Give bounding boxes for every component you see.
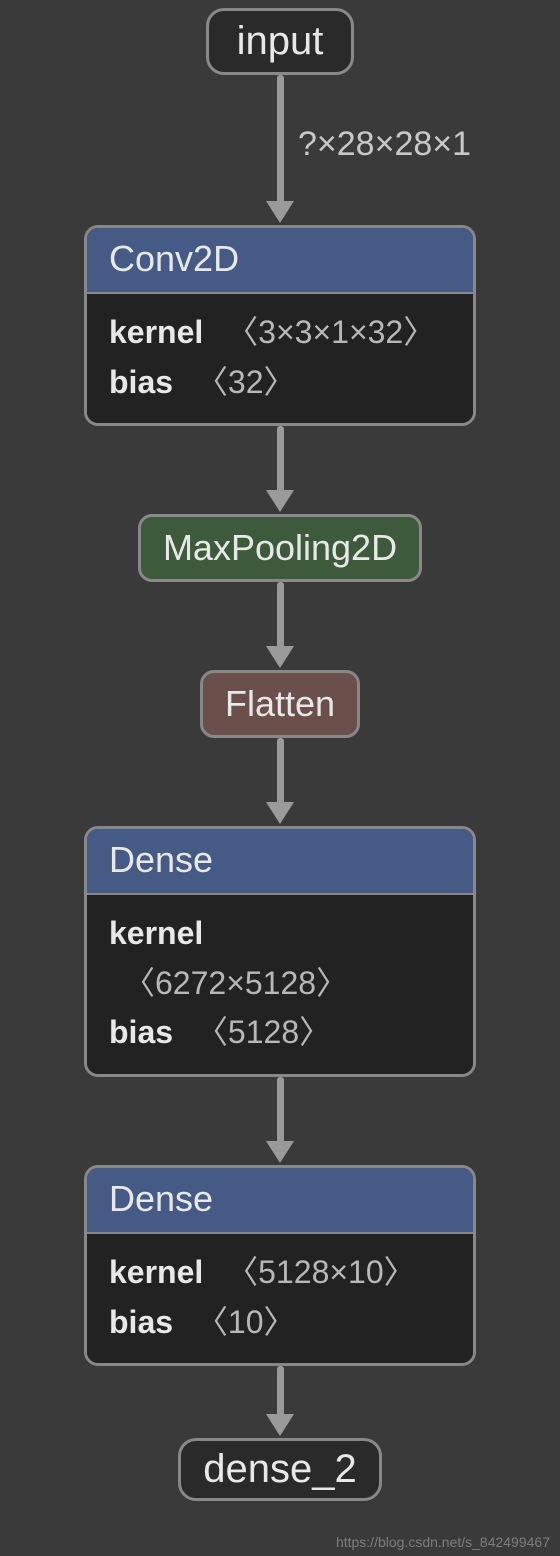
node-dense1-body: kernel 〈6272×5128〉 bias 〈5128〉 (87, 895, 473, 1074)
conv2d-bias-value: 〈32〉 (196, 364, 296, 400)
node-dense1: Dense kernel 〈6272×5128〉 bias 〈5128〉 (84, 826, 476, 1077)
dense1-bias-label: bias (109, 1014, 173, 1050)
dense1-kernel-value: 〈6272×5128〉 (123, 965, 348, 1001)
edge-label-shape: ?×28×28×1 (298, 125, 471, 164)
node-output-label: dense_2 (203, 1447, 356, 1491)
edge-flatten-dense1 (266, 738, 294, 826)
dense2-bias-value: 〈10〉 (196, 1304, 296, 1340)
node-conv2d-body: kernel 〈3×3×1×32〉 bias 〈32〉 (87, 294, 473, 423)
dense1-bias-value: 〈5128〉 (196, 1014, 331, 1050)
node-dense2-body: kernel 〈5128×10〉 bias 〈10〉 (87, 1234, 473, 1363)
conv2d-kernel-value: 〈3×3×1×32〉 (226, 314, 435, 350)
conv2d-bias-label: bias (109, 364, 173, 400)
node-flatten: Flatten (200, 670, 360, 738)
dense2-kernel-label: kernel (109, 1254, 203, 1290)
node-input-label: input (237, 19, 324, 63)
edge-dense1-dense2 (266, 1077, 294, 1165)
node-flatten-label: Flatten (225, 683, 335, 724)
node-conv2d: Conv2D kernel 〈3×3×1×32〉 bias 〈32〉 (84, 225, 476, 426)
dense2-kernel-value: 〈5128×10〉 (226, 1254, 415, 1290)
edge-conv2d-maxpool (266, 426, 294, 514)
node-input: input (206, 8, 355, 75)
node-output: dense_2 (178, 1438, 381, 1501)
dense2-bias-label: bias (109, 1304, 173, 1340)
edge-dense2-output (266, 1366, 294, 1438)
node-maxpool-label: MaxPooling2D (163, 527, 397, 568)
node-maxpool: MaxPooling2D (138, 514, 422, 582)
watermark: https://blog.csdn.net/s_842499467 (336, 1534, 550, 1550)
node-dense2: Dense kernel 〈5128×10〉 bias 〈10〉 (84, 1165, 476, 1366)
node-conv2d-title: Conv2D (87, 228, 473, 294)
dense1-kernel-label: kernel (109, 915, 203, 951)
node-dense1-title: Dense (87, 829, 473, 895)
edge-maxpool-flatten (266, 582, 294, 670)
node-dense2-title: Dense (87, 1168, 473, 1234)
conv2d-kernel-label: kernel (109, 314, 203, 350)
edge-input-conv2d: ?×28×28×1 (266, 75, 294, 225)
